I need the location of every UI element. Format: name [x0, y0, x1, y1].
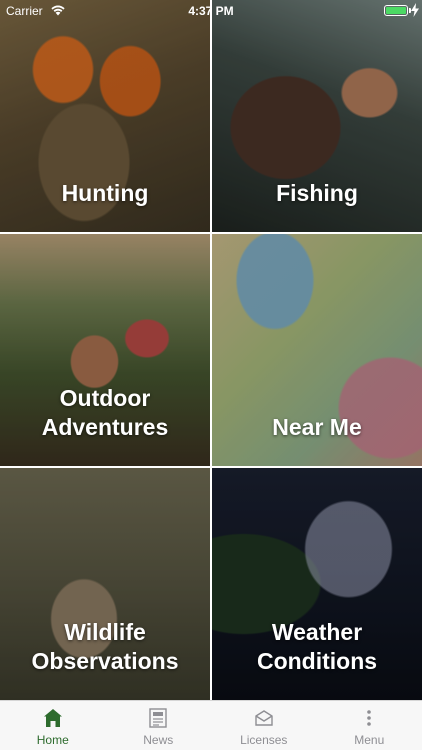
tile-label: Hunting [0, 179, 210, 208]
tile-label-line: Conditions [256, 648, 378, 674]
tile-label: Weather Conditions [212, 618, 422, 676]
tab-label: Licenses [240, 733, 288, 747]
tile-label-line: Near Me [272, 414, 362, 440]
category-grid: Hunting Fishing Outdoor Adventures Near … [0, 0, 422, 700]
tile-hunting[interactable]: Hunting [0, 0, 210, 232]
tile-label-line: Fishing [276, 180, 358, 206]
home-icon [43, 709, 62, 727]
tab-label: News [143, 733, 174, 747]
tile-label-line: Weather [271, 619, 363, 645]
news-icon [149, 708, 167, 728]
tile-label-line: Outdoor [59, 385, 151, 411]
tab-licenses[interactable]: Licenses [211, 701, 317, 750]
tab-news[interactable]: News [106, 701, 212, 750]
tab-home[interactable]: Home [0, 701, 106, 750]
tile-weather-conditions[interactable]: Weather Conditions [212, 468, 422, 700]
tile-label: Fishing [212, 179, 422, 208]
tab-label: Home [36, 733, 69, 747]
tile-label-line: Wildlife [64, 619, 146, 645]
tile-wildlife-observations[interactable]: Wildlife Observations [0, 468, 210, 700]
tile-label: Wildlife Observations [0, 618, 210, 676]
battery-icon [384, 5, 408, 16]
licenses-icon [255, 710, 273, 726]
tile-label-line: Hunting [61, 180, 149, 206]
tile-near-me[interactable]: Near Me [212, 234, 422, 466]
tile-label: Near Me [212, 413, 422, 442]
tab-label: Menu [354, 733, 385, 747]
menu-icon [367, 710, 372, 726]
tab-menu[interactable]: Menu [317, 701, 422, 750]
tile-fishing[interactable]: Fishing [212, 0, 422, 232]
tile-label: Outdoor Adventures [0, 384, 210, 442]
tile-label-line: Adventures [41, 414, 169, 440]
charging-bolt-icon [411, 3, 419, 17]
tile-label-line: Observations [31, 648, 179, 674]
status-bar: Carrier 4:37 PM [0, 0, 422, 22]
tile-outdoor-adventures[interactable]: Outdoor Adventures [0, 234, 210, 466]
tab-bar: Home News Licenses Menu [0, 700, 422, 750]
clock: 4:37 PM [188, 4, 234, 18]
